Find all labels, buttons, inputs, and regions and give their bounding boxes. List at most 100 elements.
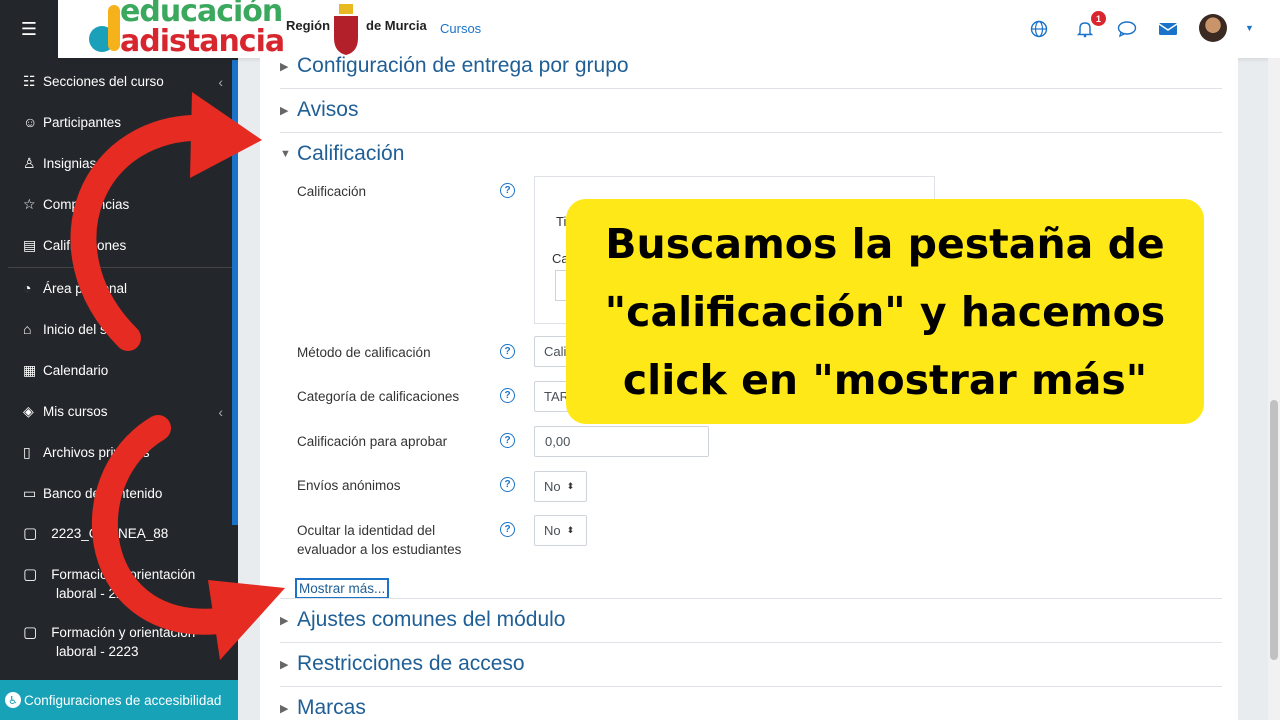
divider: [280, 598, 1222, 599]
pass-grade-input[interactable]: 0,00: [534, 426, 709, 457]
category-label: Categoría de calificaciones: [297, 389, 460, 404]
grades-icon: ▤: [23, 237, 37, 253]
sidebar-scrollbar[interactable]: [232, 60, 238, 525]
hide-grader-label-line2: evaluador a los estudiantes: [297, 542, 462, 557]
dashboard-icon: ◔: [23, 280, 32, 296]
globe-language-icon[interactable]: [1028, 18, 1050, 40]
logo-text-bottom: adistancia: [120, 24, 285, 59]
sidebar-item-label: Secciones del curso: [43, 74, 164, 89]
section-access-restrictions[interactable]: ▶ Restricciones de acceso: [280, 652, 1222, 676]
sidebar-item-label: Mis cursos: [43, 404, 108, 419]
sidebar-item-label: Participantes: [43, 114, 122, 130]
instruction-callout: Buscamos la pestaña de "calificación" y …: [566, 199, 1204, 424]
pass-grade-label: Calificación para aprobar: [297, 434, 448, 449]
chevron-down-icon[interactable]: ▼: [1245, 23, 1254, 33]
graduation-cap-icon: ◈: [23, 403, 34, 419]
divider: [280, 642, 1222, 643]
top-navbar: educación adistancia Región de Murcia Cu…: [58, 0, 1280, 59]
users-icon: ☺: [23, 114, 38, 130]
caret-right-icon: ▶: [280, 702, 289, 715]
region-label: Región: [286, 18, 331, 33]
sidebar-item-calendario[interactable]: ▦ Calendario: [23, 362, 223, 379]
help-icon[interactable]: ?: [500, 344, 515, 359]
section-grading[interactable]: ▼ Calificación: [280, 142, 1222, 166]
callout-line: click en "mostrar más": [622, 355, 1148, 404]
section-title: Marcas: [297, 696, 366, 719]
help-icon[interactable]: ?: [500, 522, 515, 537]
folder-icon: ▢: [23, 525, 38, 542]
murcia-crest-icon: [334, 4, 358, 55]
callout-line: "calificación" y hacemos: [604, 287, 1166, 336]
calendar-icon: ▦: [23, 362, 37, 378]
help-icon[interactable]: ?: [500, 183, 515, 198]
caret-right-icon: ▶: [280, 614, 289, 627]
anonymous-select[interactable]: No ⬍: [534, 471, 587, 502]
hamburger-menu-icon[interactable]: ☰: [0, 0, 58, 58]
hide-grader-select[interactable]: No ⬍: [534, 515, 587, 546]
murcia-label: de Murcia: [366, 18, 427, 33]
hide-grader-value: No: [544, 523, 561, 538]
help-icon[interactable]: ?: [500, 388, 515, 403]
sidebar-item-label: Área personal: [43, 280, 128, 296]
updown-caret-icon: ⬍: [566, 525, 575, 535]
method-value: Cali: [544, 344, 567, 359]
show-more-link[interactable]: Mostrar más...: [295, 578, 390, 599]
pass-grade-value: 0,00: [545, 434, 571, 449]
grade-label: Calificación: [297, 184, 367, 199]
section-title: Calificación: [297, 142, 405, 165]
section-notices[interactable]: ▶ Avisos: [280, 98, 1222, 122]
scrollbar-thumb[interactable]: [1270, 400, 1278, 660]
sidebar-item-area-personal[interactable]: ◔ Área personal: [23, 280, 223, 296]
sidebar-item-label: Competencias: [43, 197, 130, 212]
accessibility-settings-button[interactable]: ♿ Configuraciones de accesibilidad: [0, 680, 238, 720]
sidebar-item-participantes[interactable]: ☺ Participantes: [23, 114, 223, 130]
page-scrollbar[interactable]: [1268, 58, 1280, 720]
chevron-left-icon: ‹: [218, 73, 223, 90]
envelope-mail-icon[interactable]: [1157, 18, 1179, 40]
sidebar-course-folder[interactable]: ▢ Formación y orientación laboral - 2223: [23, 565, 223, 603]
caret-right-icon: ▶: [280, 658, 289, 671]
callout-line: Buscamos la pestaña de: [605, 219, 1165, 268]
sidebar-item-calificaciones[interactable]: ▤ Calificaciones: [23, 237, 223, 254]
user-avatar[interactable]: [1199, 14, 1227, 42]
file-icon: ▯: [23, 444, 31, 460]
section-tags[interactable]: ▶ Marcas: [280, 696, 1222, 720]
sidebar-item-label: Calificaciones: [43, 238, 127, 253]
sidebar-divider: [8, 267, 232, 268]
updown-caret-icon: ⬍: [566, 481, 575, 491]
logo-icon: [89, 5, 120, 52]
sidebar-item-mis-cursos[interactable]: ◈ Mis cursos ‹: [23, 403, 223, 420]
caret-right-icon: ▶: [280, 104, 289, 117]
folder-icon: ▢: [23, 566, 38, 583]
sidebar-item-inicio[interactable]: ⌂ Inicio del sitio: [23, 321, 223, 337]
sidebar-item-competencias[interactable]: ☆ Competencias: [23, 196, 223, 213]
section-group-delivery[interactable]: ▶ Configuración de entrega por grupo: [280, 54, 1222, 78]
sidebar-item-label: Archivos privados: [43, 445, 150, 460]
course-label: Formación y orientación laboral - 2223: [51, 567, 196, 601]
help-icon[interactable]: ?: [500, 433, 515, 448]
clipboard-icon: ▭: [23, 485, 37, 501]
course-label: Formación y orientación laboral - 2223: [51, 625, 196, 659]
section-title: Configuración de entrega por grupo: [297, 54, 629, 77]
sidebar-course-folder[interactable]: ▢ 2223_OnLINEA_88: [23, 524, 223, 543]
anonymous-label: Envíos anónimos: [297, 478, 401, 493]
sidebar-item-secciones[interactable]: ☷ Secciones del curso ‹: [23, 73, 223, 90]
sidebar-item-archivos[interactable]: ▯ Archivos privados: [23, 444, 223, 461]
help-icon[interactable]: ?: [500, 477, 515, 492]
sidebar-item-label: Insignias: [43, 156, 97, 171]
section-common-settings[interactable]: ▶ Ajustes comunes del módulo: [280, 608, 1222, 632]
sidebar-item-banco[interactable]: ▭ Banco de contenido: [23, 485, 223, 502]
sidebar-item-label: Banco de contenido: [43, 486, 163, 501]
divider: [280, 88, 1222, 89]
home-icon: ⌂: [23, 321, 32, 337]
nav-link-cursos[interactable]: Cursos: [440, 21, 481, 36]
chat-bubble-icon[interactable]: [1116, 18, 1138, 40]
sidebar-item-insignias[interactable]: ♙ Insignias: [23, 155, 223, 172]
caret-down-icon: ▼: [280, 148, 291, 160]
accessibility-label: Configuraciones de accesibilidad: [24, 692, 222, 708]
sidebar-item-label: Calendario: [43, 363, 109, 378]
sidebar-course-folder[interactable]: ▢ Formación y orientación laboral - 2223: [23, 623, 223, 661]
hide-grader-label-line1: Ocultar la identidad del: [297, 523, 436, 538]
section-title: Ajustes comunes del módulo: [297, 608, 566, 631]
anonymous-value: No: [544, 479, 561, 494]
